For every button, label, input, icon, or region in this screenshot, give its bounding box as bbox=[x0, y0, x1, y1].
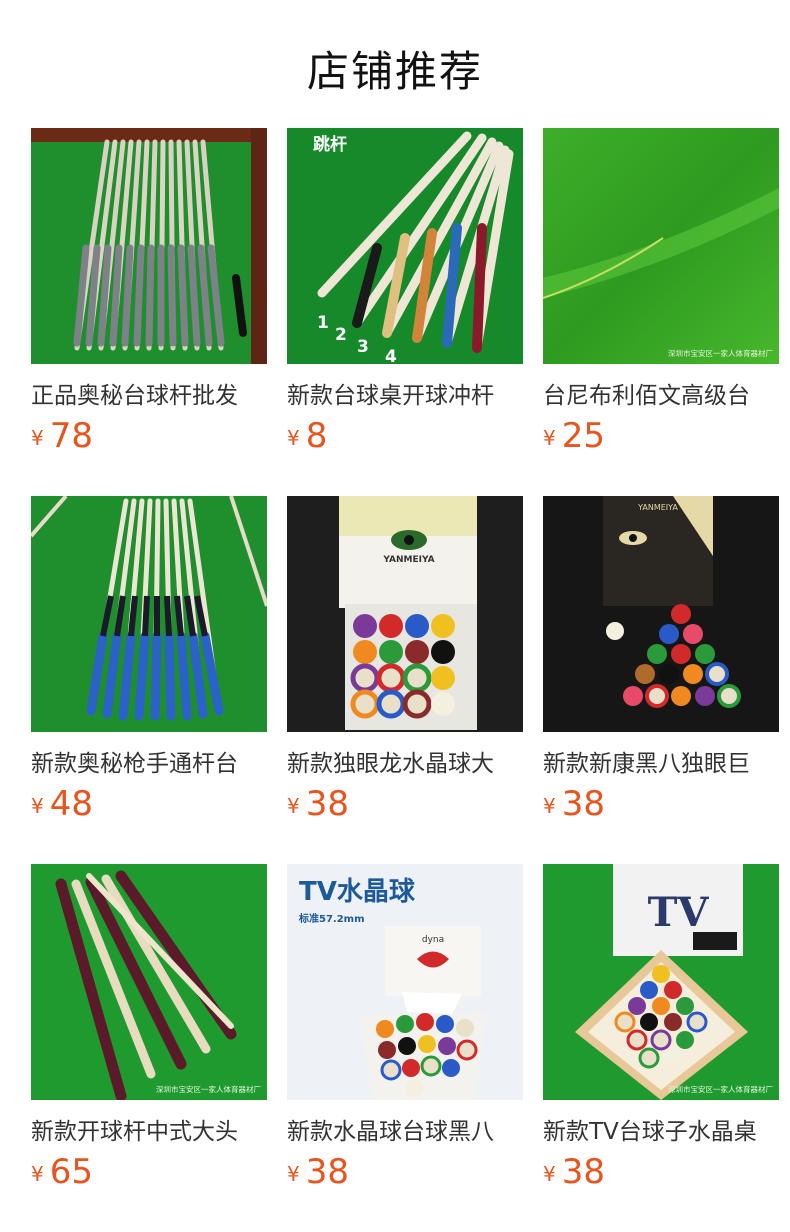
product-name[interactable]: 新款开球杆中式大头 bbox=[31, 1112, 267, 1146]
price-value: 65 bbox=[49, 1152, 93, 1192]
price-value: 78 bbox=[49, 416, 93, 456]
product-price: ¥38 bbox=[287, 784, 349, 824]
currency-symbol: ¥ bbox=[31, 794, 44, 818]
product-price: ¥48 bbox=[31, 784, 93, 824]
product-image[interactable]: YANMEIYA bbox=[287, 496, 523, 732]
product-price: ¥38 bbox=[543, 784, 605, 824]
product-price: ¥8 bbox=[287, 416, 327, 456]
watermark: 深圳市宝安区一家人体育器材厂 bbox=[668, 1084, 773, 1094]
product-card[interactable]: TV水晶球 标准57.2mm dyna 新款水晶球台球黑八 ¥38 bbox=[287, 864, 523, 1194]
page-title: 店铺推荐 bbox=[306, 47, 483, 96]
product-name[interactable]: 新款台球桌开球冲杆 bbox=[287, 376, 523, 410]
product-name[interactable]: 新款奥秘枪手通杆台 bbox=[31, 744, 267, 778]
number-label: 3 bbox=[357, 337, 369, 357]
product-name[interactable]: 新款TV台球子水晶桌 bbox=[543, 1112, 779, 1146]
image-title: TV水晶球 bbox=[299, 877, 416, 907]
currency-symbol: ¥ bbox=[287, 794, 300, 818]
currency-symbol: ¥ bbox=[287, 1162, 300, 1186]
product-image[interactable]: 深圳市宝安区一家人体育器材厂 bbox=[543, 128, 779, 364]
brand-label: YANMEIYA bbox=[382, 555, 434, 565]
price-value: 38 bbox=[561, 1152, 605, 1192]
image-subtitle: 标准57.2mm bbox=[298, 912, 365, 925]
product-name[interactable]: 正品奥秘台球杆批发 bbox=[31, 376, 267, 410]
product-card[interactable]: 新款奥秘枪手通杆台 ¥48 bbox=[31, 496, 267, 826]
number-label: 1 bbox=[317, 313, 329, 333]
price-value: 25 bbox=[561, 416, 605, 456]
product-image[interactable]: TV 深圳市宝安区一家人体育器材厂 bbox=[543, 864, 779, 1100]
product-price: ¥38 bbox=[287, 1152, 349, 1192]
product-image[interactable]: YANMEIYA bbox=[543, 496, 779, 732]
price-value: 38 bbox=[305, 1152, 349, 1192]
product-name[interactable]: 新款新康黑八独眼巨 bbox=[543, 744, 779, 778]
price-value: 48 bbox=[49, 784, 93, 824]
product-image[interactable] bbox=[31, 128, 267, 364]
watermark: 深圳市宝安区一家人体育器材厂 bbox=[668, 348, 773, 358]
brand-label: YANMEIYA bbox=[637, 503, 678, 512]
brand-label: TV bbox=[648, 889, 710, 936]
product-image[interactable] bbox=[31, 496, 267, 732]
currency-symbol: ¥ bbox=[543, 794, 556, 818]
product-name[interactable]: 新款独眼龙水晶球大 bbox=[287, 744, 523, 778]
product-image[interactable]: TV水晶球 标准57.2mm dyna bbox=[287, 864, 523, 1100]
price-value: 8 bbox=[305, 416, 328, 456]
product-card[interactable]: YANMEIYA 新款新康黑八独眼巨 ¥38 bbox=[543, 496, 779, 826]
product-price: ¥38 bbox=[543, 1152, 605, 1192]
product-card[interactable]: 深圳市宝安区一家人体育器材厂 台尼布利佰文高级台 ¥25 bbox=[543, 128, 779, 458]
product-name[interactable]: 台尼布利佰文高级台 bbox=[543, 376, 779, 410]
price-value: 38 bbox=[305, 784, 349, 824]
product-image[interactable]: 深圳市宝安区一家人体育器材厂 bbox=[31, 864, 267, 1100]
brand-label: dyna bbox=[422, 935, 444, 945]
currency-symbol: ¥ bbox=[287, 426, 300, 450]
currency-symbol: ¥ bbox=[31, 426, 44, 450]
product-price: ¥25 bbox=[543, 416, 605, 456]
currency-symbol: ¥ bbox=[31, 1162, 44, 1186]
product-card[interactable]: TV 深圳市宝安区一家人体育器材厂 新款TV台球子水晶桌 ¥38 bbox=[543, 864, 779, 1194]
number-label: 4 bbox=[385, 347, 397, 364]
image-label: 跳杆 bbox=[313, 134, 347, 155]
product-card[interactable]: 深圳市宝安区一家人体育器材厂 新款开球杆中式大头 ¥65 bbox=[31, 864, 267, 1194]
currency-symbol: ¥ bbox=[543, 1162, 556, 1186]
product-price: ¥65 bbox=[31, 1152, 93, 1192]
price-value: 38 bbox=[561, 784, 605, 824]
product-price: ¥78 bbox=[31, 416, 93, 456]
watermark: 深圳市宝安区一家人体育器材厂 bbox=[156, 1084, 261, 1094]
currency-symbol: ¥ bbox=[543, 426, 556, 450]
number-label: 2 bbox=[335, 325, 347, 345]
product-image[interactable]: 跳杆 1 2 3 4 bbox=[287, 128, 523, 364]
product-name[interactable]: 新款水晶球台球黑八 bbox=[287, 1112, 523, 1146]
product-card[interactable]: 跳杆 1 2 3 4 新款台球桌开球冲杆 ¥ 8 bbox=[287, 128, 523, 458]
product-card[interactable]: 正品奥秘台球杆批发 ¥78 bbox=[31, 128, 267, 458]
product-card[interactable]: YANMEIYA 新款独眼龙水晶球大 ¥38 bbox=[287, 496, 523, 826]
